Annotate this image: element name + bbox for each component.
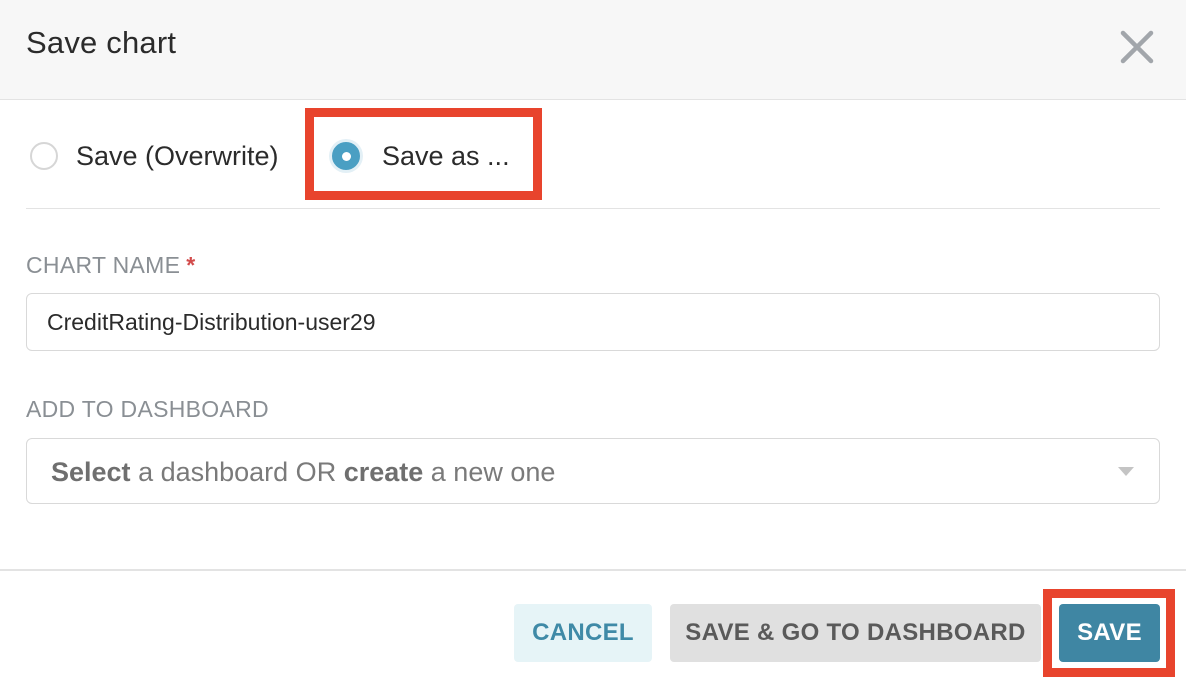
chart-name-label: CHART NAME * bbox=[26, 252, 196, 278]
save-and-go-to-dashboard-button[interactable]: SAVE & GO TO DASHBOARD bbox=[670, 604, 1041, 662]
save-mode-radio-group: Save (Overwrite) Save as ... bbox=[26, 118, 1160, 209]
radio-button-unchecked[interactable] bbox=[30, 142, 58, 170]
dashboard-select-placeholder: Select a dashboard OR create a new one bbox=[51, 457, 556, 487]
radio-save-overwrite[interactable]: Save (Overwrite) bbox=[30, 136, 279, 176]
radio-save-as[interactable]: Save as ... bbox=[332, 136, 510, 176]
close-icon bbox=[1120, 30, 1154, 64]
chevron-down-icon[interactable] bbox=[1118, 467, 1134, 476]
modal-title: Save chart bbox=[26, 25, 177, 60]
modal-header: Save chart bbox=[0, 0, 1186, 100]
add-to-dashboard-label: ADD TO DASHBOARD bbox=[26, 396, 269, 422]
close-button[interactable] bbox=[1116, 26, 1158, 68]
cancel-button[interactable]: CANCEL bbox=[514, 604, 652, 662]
footer-divider bbox=[0, 569, 1186, 571]
radio-save-overwrite-label: Save (Overwrite) bbox=[76, 140, 279, 171]
radio-save-as-label: Save as ... bbox=[382, 140, 510, 171]
radio-button-checked[interactable] bbox=[332, 142, 360, 170]
save-button[interactable]: SAVE bbox=[1059, 604, 1160, 662]
chart-name-input[interactable] bbox=[26, 293, 1160, 351]
required-mark: * bbox=[186, 252, 196, 278]
save-chart-modal: Save chart Save (Overwrite) Save as ... … bbox=[0, 0, 1186, 684]
dashboard-select[interactable]: Select a dashboard OR create a new one bbox=[26, 438, 1160, 504]
